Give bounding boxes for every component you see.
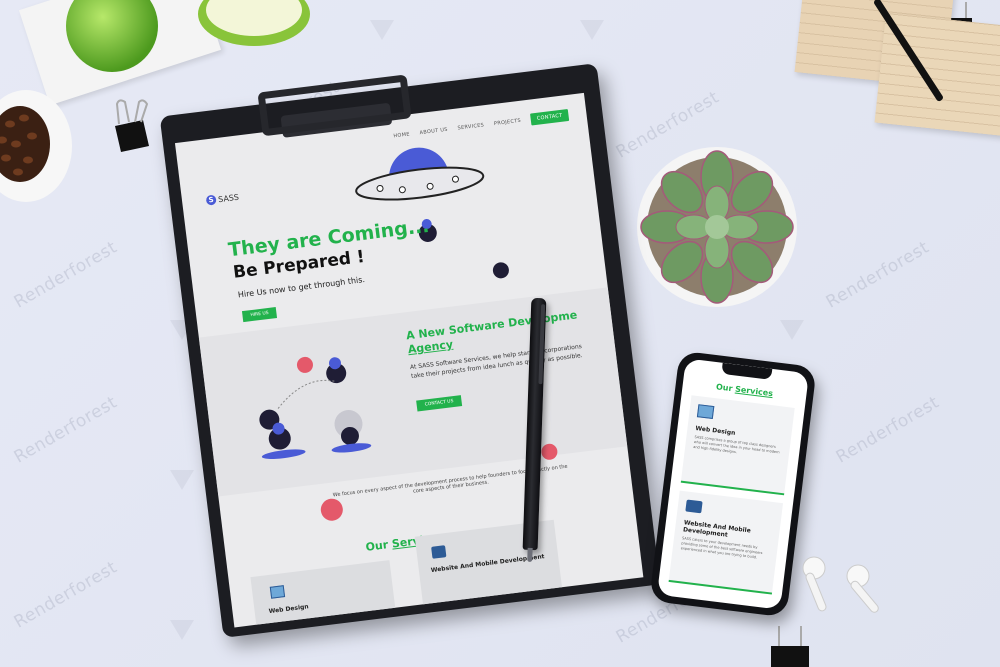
nav-item-home[interactable]: HOME	[393, 131, 410, 139]
watermark-v-icon	[780, 320, 804, 340]
website-mockup-page: HOME ABOUT US SERVICES PROJECTS CONTACT …	[174, 92, 644, 628]
hire-us-button[interactable]: HIRE US	[241, 307, 278, 323]
watermark-v-icon	[170, 470, 194, 490]
watermark-v-icon	[580, 20, 604, 40]
logo-icon: S	[205, 194, 217, 206]
phone-notch	[721, 362, 773, 380]
phone-title-prefix: Our	[715, 382, 733, 394]
mobile-dev-icon	[431, 545, 447, 559]
mockup-logo: S SASS	[205, 192, 240, 206]
watermark-text: Renderforest	[10, 392, 121, 468]
watermark-text: Renderforest	[10, 237, 121, 313]
coffee-beans-bowl-icon	[0, 90, 72, 202]
watermark-v-icon	[170, 620, 194, 640]
clipboard: HOME ABOUT US SERVICES PROJECTS CONTACT …	[159, 63, 661, 638]
phone-service-card: Web Design SASS comprises a group of top…	[680, 395, 795, 496]
phone-service-card: Website And Mobile Development SASS cate…	[668, 490, 784, 595]
web-design-icon	[269, 585, 286, 599]
phone-title-highlight: Services	[734, 384, 774, 399]
apple-slice-icon	[198, 0, 310, 46]
smartphone: Our Services Web Design SASS comprises a…	[649, 350, 817, 618]
watermark-text: Renderforest	[10, 557, 121, 633]
phone-screen: Our Services Web Design SASS comprises a…	[656, 358, 810, 610]
nav-contact-button[interactable]: CONTACT	[530, 108, 570, 126]
mobile-dev-icon	[685, 499, 703, 514]
binder-clip-icon	[115, 99, 149, 152]
nav-item-about[interactable]: ABOUT US	[419, 127, 448, 136]
watermark-text: Renderforest	[832, 392, 943, 468]
watermark-v-icon	[370, 20, 394, 40]
monsters-illustration	[259, 356, 372, 459]
desk-scene: Renderforest Renderforest Renderforest R…	[0, 0, 1000, 667]
web-design-icon	[696, 404, 715, 420]
binder-clip-icon	[771, 626, 809, 667]
earbuds-icon	[802, 556, 879, 613]
succulent-plant-icon	[637, 147, 797, 307]
apple-icon	[66, 0, 158, 72]
nav-item-services[interactable]: SERVICES	[457, 122, 484, 131]
services-title-prefix: Our	[364, 538, 389, 554]
logo-text: SASS	[217, 192, 240, 204]
pen-tip	[527, 547, 533, 563]
watermark-text: Renderforest	[822, 237, 933, 313]
nav-item-projects[interactable]: PROJECTS	[494, 118, 522, 127]
